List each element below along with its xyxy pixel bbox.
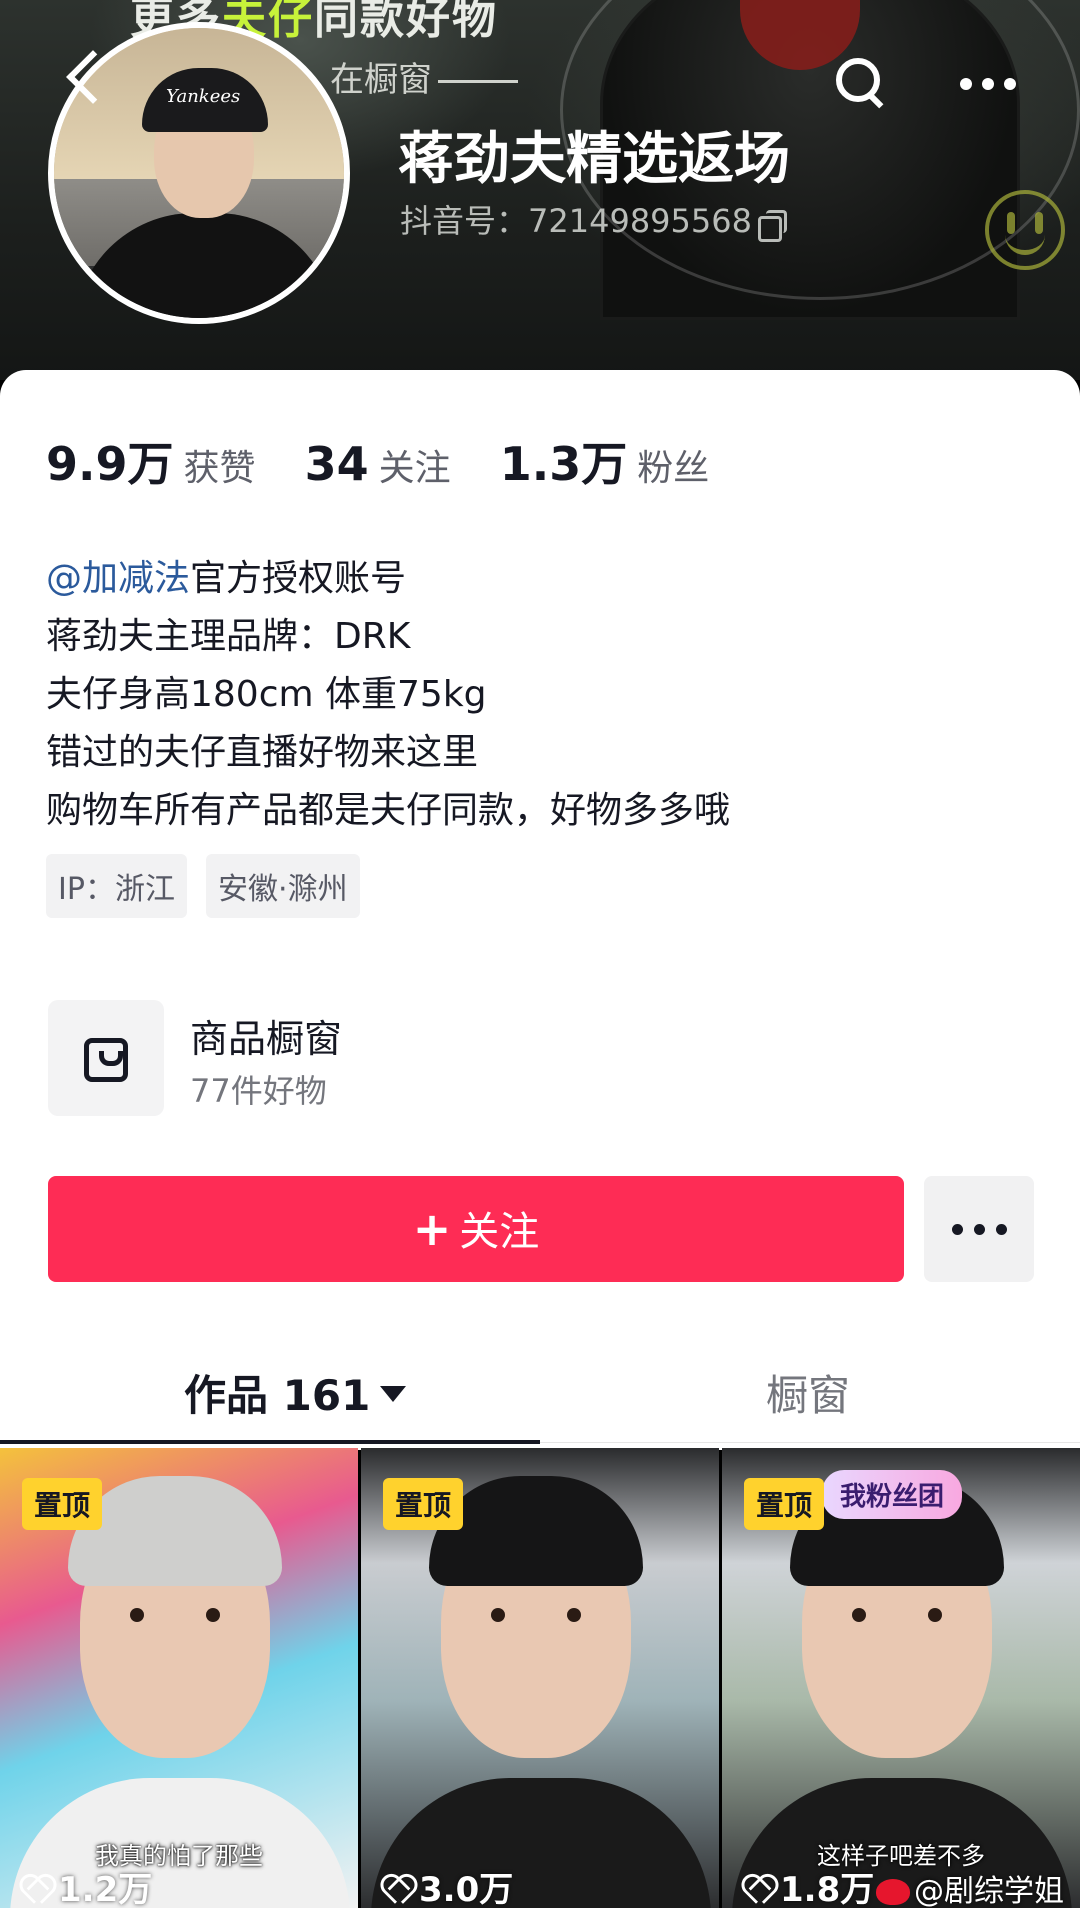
video-tile[interactable]: 置顶 我真的怕了那些 1.2万	[0, 1448, 358, 1908]
ip-location-tag: IP：浙江	[46, 854, 187, 918]
heart-icon	[742, 1877, 772, 1905]
shop-icon-box	[48, 1000, 164, 1116]
dropdown-triangle-icon[interactable]	[380, 1386, 407, 1402]
followers-count: 1.3万	[499, 437, 628, 491]
profile-stats: 9.9万 获赞 34 关注 1.3万 粉丝	[46, 428, 753, 494]
profile-tags: IP：浙江 安徽·滁州	[46, 854, 374, 918]
video-tile[interactable]: 置顶 3.0万	[361, 1448, 719, 1908]
following-label: 关注	[378, 448, 451, 489]
likes-label: 获赞	[183, 448, 256, 489]
banner-subline: 在橱窗	[330, 52, 518, 101]
account-label: 抖音号：	[400, 202, 529, 240]
profile-name: 蒋劲夫精选返场	[398, 127, 790, 192]
weibo-watermark: @剧综学姐	[876, 1866, 1064, 1908]
fan-club-badge: 我粉丝团	[822, 1470, 963, 1519]
profile-card: 9.9万 获赞 34 关注 1.3万 粉丝 @加减法官方授权账号 蒋劲夫主理品牌：DR…	[0, 370, 1080, 1450]
bio-line-1: @加减法官方授权账号	[46, 550, 730, 608]
bio-line-2: 蒋劲夫主理品牌：DRK	[46, 616, 411, 657]
follow-button[interactable]: + 关注	[48, 1176, 904, 1282]
shopping-bag-icon	[84, 1038, 128, 1082]
pinned-badge: 置顶	[383, 1478, 464, 1530]
copy-icon[interactable]	[757, 210, 787, 242]
bio-line-1-text: 官方授权账号	[190, 558, 407, 599]
video-likes: 1.2万	[20, 1862, 152, 1908]
account-number: 72149895568	[528, 202, 752, 240]
more-options-icon[interactable]	[960, 78, 1016, 90]
video-likes: 3.0万	[381, 1862, 513, 1908]
shop-count: 77件好物	[190, 1072, 327, 1110]
shop-title: 商品橱窗	[190, 1017, 343, 1061]
tab-works-label: 作品 161	[184, 1371, 371, 1420]
active-tab-indicator	[0, 1440, 540, 1444]
followers-label: 粉丝	[637, 448, 710, 489]
video-figure-eyes	[491, 1608, 505, 1622]
video-figure-eyes	[852, 1608, 866, 1622]
video-figure-eyes	[130, 1608, 144, 1622]
weibo-icon	[876, 1879, 910, 1905]
profile-header: 更多夫仔同款好物 在橱窗 Yankees 蒋劲夫精选返场 抖音号：7214989…	[0, 0, 1080, 380]
video-like-count: 1.8万	[780, 1870, 875, 1908]
video-tile[interactable]: 我粉丝团 置顶 这样子吧差不多 1.8万	[722, 1448, 1080, 1908]
profile-bio: @加减法官方授权账号 蒋劲夫主理品牌：DRK 夫仔身高180cm 体重75kg …	[46, 550, 730, 840]
tab-works[interactable]: 作品 161	[184, 1362, 407, 1423]
plus-icon: +	[412, 1202, 452, 1256]
mention-link[interactable]: @加减法	[46, 558, 190, 599]
stat-likes: 9.9万 获赞	[46, 428, 256, 494]
follow-label: 关注	[459, 1209, 540, 1255]
shop-window-entry[interactable]: 商品橱窗 77件好物	[48, 1000, 548, 1120]
bio-line-3: 夫仔身高180cm 体重75kg	[46, 674, 487, 715]
watermark-text: @剧综学姐	[914, 1874, 1064, 1908]
more-actions-button[interactable]	[924, 1176, 1034, 1282]
smile-logo-icon	[985, 190, 1065, 270]
video-like-count: 1.2万	[58, 1870, 153, 1908]
pinned-badge: 置顶	[744, 1478, 825, 1530]
pinned-badge: 置顶	[22, 1478, 103, 1530]
bio-line-5: 购物车所有产品都是夫仔同款，好物多多哦	[46, 790, 731, 831]
following-count: 34	[304, 437, 369, 491]
search-icon[interactable]	[836, 58, 884, 106]
avatar-cap-text: Yankees	[166, 86, 241, 107]
likes-count: 9.9万	[46, 437, 174, 491]
video-grid: 置顶 我真的怕了那些 1.2万 置顶 3.0万 我粉丝团 置顶 这样子吧差不多 …	[0, 1448, 1080, 1908]
tab-shop-window[interactable]: 橱窗	[766, 1362, 850, 1423]
stat-following[interactable]: 34 关注	[305, 437, 451, 491]
stat-followers[interactable]: 1.3万 粉丝	[500, 428, 710, 494]
account-id: 抖音号：72149895568	[400, 196, 787, 242]
video-likes: 1.8万	[742, 1862, 874, 1908]
heart-icon	[381, 1877, 411, 1905]
city-tag: 安徽·滁州	[206, 854, 360, 918]
bio-line-4: 错过的夫仔直播好物来这里	[46, 732, 479, 773]
video-like-count: 3.0万	[419, 1870, 514, 1908]
heart-icon	[20, 1877, 50, 1905]
